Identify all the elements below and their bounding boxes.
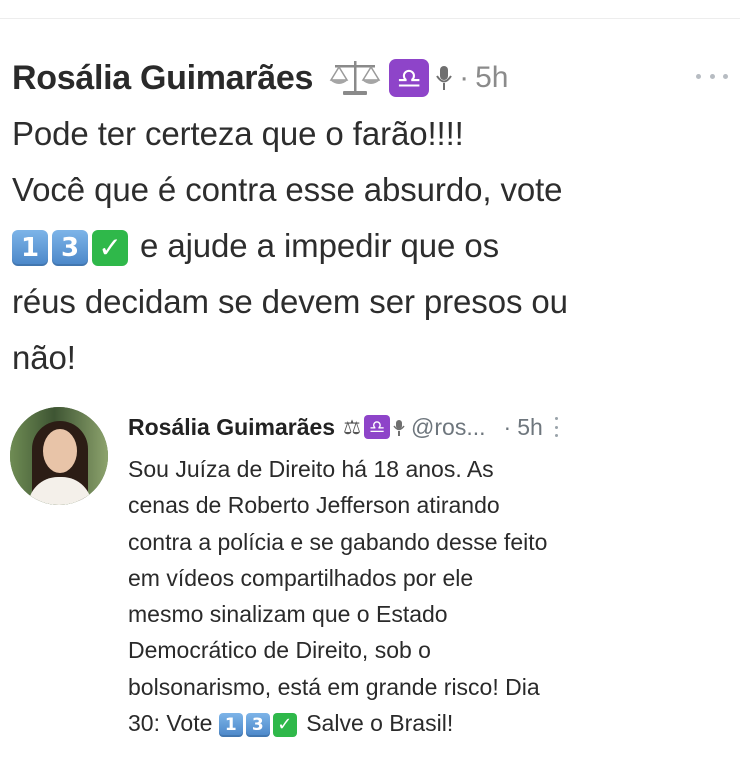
main-text-line: não! — [12, 339, 76, 376]
check-mark-icon: ✓ — [272, 713, 297, 737]
top-divider — [0, 18, 740, 19]
main-text-line: Você que é contra esse absurdo, vote — [12, 171, 563, 208]
more-options-icon[interactable] — [554, 417, 559, 437]
balance-scale-icon: ⚖ — [343, 416, 362, 439]
main-text-line: réus decidam se devem ser presos ou — [12, 283, 568, 320]
microphone-icon — [393, 417, 405, 437]
main-author-name[interactable]: Rosália Guimarães — [12, 59, 313, 98]
quoted-text-line: Democrático de Direito, sob o — [128, 637, 431, 664]
main-text-line: e ajude a impedir que os — [140, 227, 500, 264]
main-text-line: Pode ter certeza que o farão!!!! — [12, 115, 464, 152]
quoted-post-time[interactable]: 5h — [517, 414, 543, 441]
quoted-text-line: 30: Vote — [128, 710, 213, 737]
quoted-post-text: Sou Juíza de Direito há 18 anos. As cena… — [128, 451, 728, 741]
main-post: Rosália Guimarães ♎ · 5h Pode ter certez… — [12, 52, 732, 386]
main-post-text: Pode ter certeza que o farão!!!! Você qu… — [12, 106, 732, 386]
quoted-text-line: em vídeos compartilhados por ele — [128, 564, 474, 591]
microphone-icon — [435, 63, 453, 93]
quoted-text-line: contra a polícia e se gabando desse feit… — [128, 528, 548, 555]
quoted-post-body: Rosália Guimarães ⚖ ♎ @ros... · 5h Sou J… — [128, 405, 728, 741]
quoted-post[interactable]: Rosália Guimarães ⚖ ♎ @ros... · 5h Sou J… — [10, 405, 730, 780]
main-post-header: Rosália Guimarães ♎ · 5h — [12, 52, 732, 104]
quoted-post-header: Rosália Guimarães ⚖ ♎ @ros... · 5h — [128, 405, 728, 449]
keycap-3-icon: 3 — [245, 713, 270, 737]
keycap-3-icon: 3 — [52, 230, 88, 267]
avatar[interactable] — [10, 407, 108, 505]
more-options-icon[interactable] — [692, 56, 732, 96]
check-mark-icon: ✓ — [92, 230, 128, 267]
quoted-text-line: bolsonarismo, está em grande risco! Dia — [128, 673, 540, 700]
main-text-line-vote: 1 3 ✓ e ajude a impedir que os — [12, 218, 732, 274]
libra-zodiac-icon: ♎ — [389, 59, 430, 97]
header-separator: · — [503, 413, 512, 440]
balance-scale-icon — [327, 58, 383, 98]
main-post-time[interactable]: 5h — [475, 61, 508, 95]
quoted-author-handle[interactable]: @ros... — [411, 414, 485, 441]
quoted-author-name[interactable]: Rosália Guimarães — [128, 414, 335, 441]
quoted-text-line: cenas de Roberto Jefferson atirando — [128, 492, 500, 519]
header-separator: · — [459, 61, 470, 94]
keycap-1-icon: 1 — [218, 713, 243, 737]
quoted-text-line: mesmo sinalizam que o Estado — [128, 601, 448, 628]
libra-zodiac-icon: ♎ — [364, 415, 391, 439]
keycap-1-icon: 1 — [12, 230, 48, 267]
quoted-text-line: Sou Juíza de Direito há 18 anos. As — [128, 456, 494, 482]
quoted-text-line-vote: 30: Vote 1 3 ✓ Salve o Brasil! — [128, 705, 728, 741]
quoted-text-line: Salve o Brasil! — [306, 710, 454, 737]
